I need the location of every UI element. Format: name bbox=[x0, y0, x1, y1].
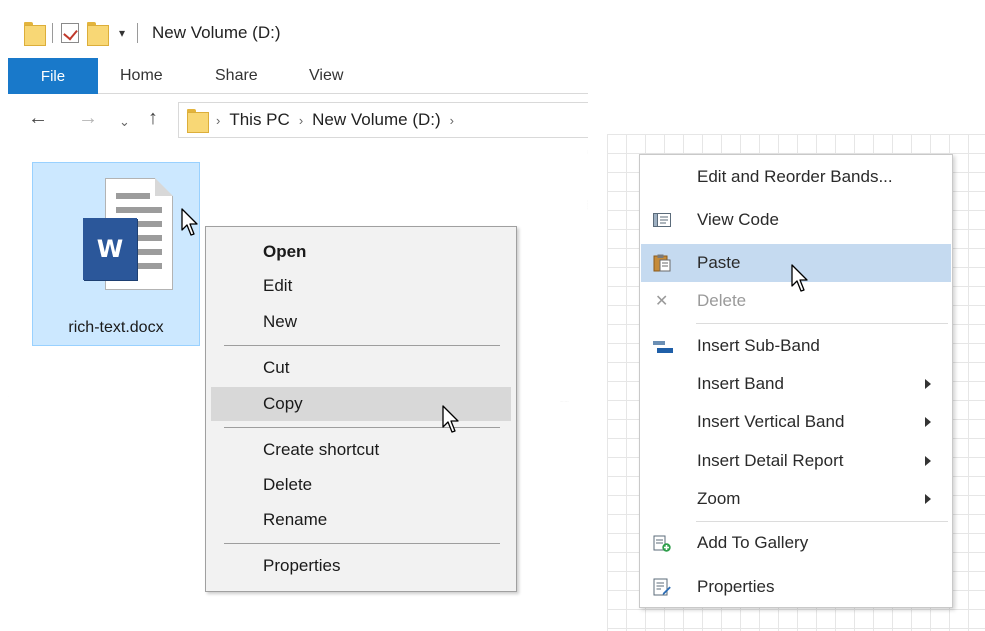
ribbon-tabs: File Home Share View bbox=[8, 58, 588, 94]
add-to-gallery-icon bbox=[653, 535, 671, 552]
menu-item-label: Delete bbox=[697, 291, 747, 310]
menu-item-open[interactable]: Open bbox=[211, 235, 511, 269]
menu-item-label: Add To Gallery bbox=[697, 533, 809, 552]
menu-separator bbox=[224, 543, 500, 544]
tab-view[interactable]: View bbox=[309, 58, 343, 94]
mouse-cursor-icon bbox=[442, 405, 459, 433]
text-line bbox=[116, 207, 162, 213]
menu-item-label: Insert Vertical Band bbox=[697, 412, 845, 431]
menu-item-zoom[interactable]: Zoom bbox=[641, 480, 951, 518]
submenu-arrow-icon bbox=[925, 456, 931, 466]
word-badge-icon: W bbox=[83, 218, 137, 280]
address-bar[interactable]: › This PC › New Volume (D:) › bbox=[178, 102, 588, 138]
menu-item-label: Insert Sub-Band bbox=[697, 336, 820, 355]
folder-icon[interactable] bbox=[24, 22, 46, 46]
navigation-bar: ← → ⌄ ↑ › This PC › New Volume (D:) › bbox=[8, 96, 588, 144]
menu-item-label: Paste bbox=[697, 253, 741, 272]
file-item-rich-text-docx[interactable]: W rich-text.docx bbox=[32, 162, 200, 346]
menu-item-insert-sub-band[interactable]: Insert Sub-Band bbox=[641, 327, 951, 365]
menu-item-label: Zoom bbox=[697, 489, 741, 508]
menu-item-cut[interactable]: Cut bbox=[211, 351, 511, 385]
properties-check-icon[interactable] bbox=[61, 23, 79, 43]
menu-item-rename[interactable]: Rename bbox=[211, 503, 511, 537]
breadcrumb-new-volume[interactable]: New Volume (D:) bbox=[312, 110, 440, 130]
menu-item-label: Insert Detail Report bbox=[697, 451, 844, 470]
toolbar-divider bbox=[52, 23, 53, 43]
file-context-menu: Open Edit New Cut Copy Create shortcut D… bbox=[205, 226, 517, 592]
folder-icon bbox=[187, 109, 209, 133]
mouse-cursor-icon bbox=[791, 264, 808, 292]
forward-arrow-icon[interactable]: → bbox=[78, 108, 98, 128]
menu-item-view-code[interactable]: View Code bbox=[641, 201, 951, 239]
tab-share[interactable]: Share bbox=[215, 58, 258, 94]
menu-item-label: Insert Band bbox=[697, 374, 784, 393]
submenu-arrow-icon bbox=[925, 417, 931, 427]
word-document-icon: W bbox=[83, 176, 173, 294]
menu-separator bbox=[224, 345, 500, 346]
tab-file[interactable]: File bbox=[8, 58, 98, 94]
menu-item-edit-reorder-bands[interactable]: Edit and Reorder Bands... bbox=[641, 158, 951, 196]
menu-item-add-to-gallery[interactable]: Add To Gallery bbox=[641, 524, 951, 562]
back-arrow-icon[interactable]: ← bbox=[28, 108, 48, 128]
file-name-label: rich-text.docx bbox=[68, 319, 164, 336]
menu-item-delete[interactable]: Delete bbox=[211, 468, 511, 502]
text-line bbox=[116, 193, 150, 199]
up-arrow-icon[interactable]: ↑ bbox=[148, 108, 158, 128]
customize-toolbar-dropdown-icon[interactable]: ▾ bbox=[115, 26, 129, 40]
menu-item-insert-band[interactable]: Insert Band bbox=[641, 365, 951, 403]
toolbar-divider bbox=[137, 23, 138, 43]
delete-x-icon: ✕ bbox=[655, 291, 669, 310]
breadcrumb-separator-icon: › bbox=[216, 112, 221, 128]
menu-item-copy[interactable]: Copy bbox=[211, 387, 511, 421]
view-code-icon bbox=[653, 213, 671, 227]
breadcrumb-separator-icon[interactable]: › bbox=[299, 113, 303, 128]
menu-item-insert-vertical-band[interactable]: Insert Vertical Band bbox=[641, 403, 951, 441]
menu-item-create-shortcut[interactable]: Create shortcut bbox=[211, 433, 511, 467]
recent-locations-chevron-icon[interactable]: ⌄ bbox=[119, 112, 130, 132]
properties-icon bbox=[653, 578, 671, 596]
menu-item-properties[interactable]: Properties bbox=[641, 568, 951, 606]
new-folder-icon[interactable] bbox=[87, 22, 109, 46]
page-fold bbox=[155, 178, 173, 196]
window-title: New Volume (D:) bbox=[152, 23, 281, 42]
menu-item-edit[interactable]: Edit bbox=[211, 269, 511, 303]
report-band-context-menu: Edit and Reorder Bands... View Code Past… bbox=[639, 154, 953, 608]
tab-home[interactable]: Home bbox=[120, 58, 163, 94]
submenu-arrow-icon bbox=[925, 379, 931, 389]
menu-item-label: Properties bbox=[697, 577, 775, 596]
menu-separator bbox=[696, 323, 948, 324]
menu-item-label: View Code bbox=[697, 210, 779, 229]
breadcrumb-this-pc[interactable]: This PC bbox=[229, 110, 289, 130]
menu-separator bbox=[696, 521, 948, 522]
menu-item-new[interactable]: New bbox=[211, 305, 511, 339]
mouse-cursor-icon bbox=[181, 208, 198, 236]
menu-item-insert-detail-report[interactable]: Insert Detail Report bbox=[641, 442, 951, 480]
insert-sub-band-icon bbox=[653, 341, 673, 353]
breadcrumb-separator-icon[interactable]: › bbox=[450, 113, 454, 128]
paste-clipboard-icon bbox=[653, 254, 671, 272]
submenu-arrow-icon bbox=[925, 494, 931, 504]
quick-access-toolbar: ▾ New Volume (D:) bbox=[8, 8, 588, 58]
menu-item-properties[interactable]: Properties bbox=[211, 549, 511, 583]
